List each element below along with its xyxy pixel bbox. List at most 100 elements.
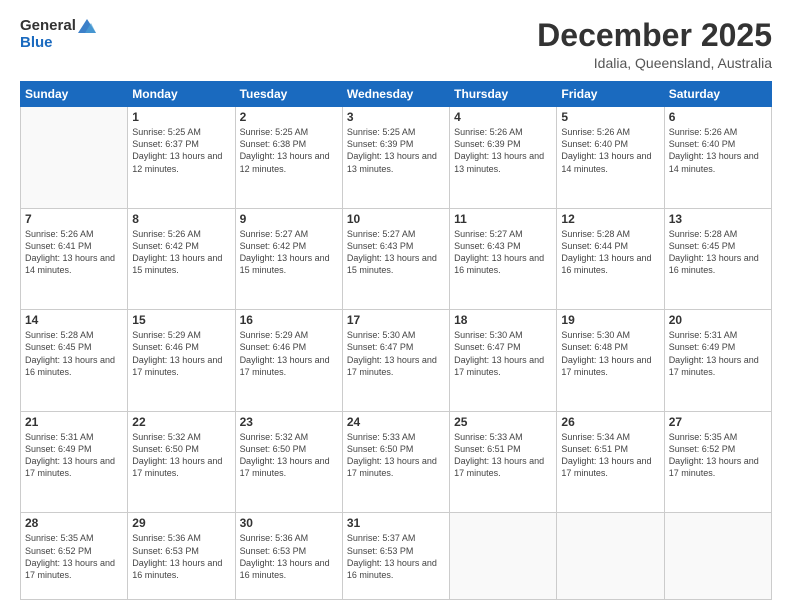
day-number: 9 [240,212,338,226]
day-number: 22 [132,415,230,429]
day-info: Sunrise: 5:35 AM Sunset: 6:52 PM Dayligh… [25,532,123,581]
table-row: 20 Sunrise: 5:31 AM Sunset: 6:49 PM Dayli… [664,310,771,412]
day-info: Sunrise: 5:27 AM Sunset: 6:43 PM Dayligh… [347,228,445,277]
day-info: Sunrise: 5:32 AM Sunset: 6:50 PM Dayligh… [132,431,230,480]
table-row: 18 Sunrise: 5:30 AM Sunset: 6:47 PM Dayli… [450,310,557,412]
logo-line2: Blue [20,35,96,52]
table-row: 19 Sunrise: 5:30 AM Sunset: 6:48 PM Dayli… [557,310,664,412]
day-info: Sunrise: 5:30 AM Sunset: 6:48 PM Dayligh… [561,329,659,378]
day-number: 20 [669,313,767,327]
table-row: 21 Sunrise: 5:31 AM Sunset: 6:49 PM Dayli… [21,411,128,513]
day-number: 4 [454,110,552,124]
table-row: 17 Sunrise: 5:30 AM Sunset: 6:47 PM Dayli… [342,310,449,412]
table-row: 11 Sunrise: 5:27 AM Sunset: 6:43 PM Dayli… [450,208,557,310]
day-info: Sunrise: 5:26 AM Sunset: 6:40 PM Dayligh… [561,126,659,175]
table-row: 5 Sunrise: 5:26 AM Sunset: 6:40 PM Daylig… [557,107,664,209]
day-info: Sunrise: 5:28 AM Sunset: 6:44 PM Dayligh… [561,228,659,277]
table-row: 8 Sunrise: 5:26 AM Sunset: 6:42 PM Daylig… [128,208,235,310]
table-row: 4Sunrise: 5:26 AM Sunset: 6:39 PM Daylig… [450,107,557,209]
day-info: Sunrise: 5:31 AM Sunset: 6:49 PM Dayligh… [669,329,767,378]
table-row: 6Sunrise: 5:26 AM Sunset: 6:40 PM Daylig… [664,107,771,209]
day-info: Sunrise: 5:32 AM Sunset: 6:50 PM Dayligh… [240,431,338,480]
table-row: 3 Sunrise: 5:25 AM Sunset: 6:39 PM Daylig… [342,107,449,209]
table-row: 13Sunrise: 5:28 AM Sunset: 6:45 PM Dayli… [664,208,771,310]
table-row [557,513,664,600]
day-info: Sunrise: 5:33 AM Sunset: 6:51 PM Dayligh… [454,431,552,480]
table-row [21,107,128,209]
day-info: Sunrise: 5:36 AM Sunset: 6:53 PM Dayligh… [240,532,338,581]
day-info: Sunrise: 5:26 AM Sunset: 6:40 PM Dayligh… [669,126,767,175]
col-sunday: Sunday [21,82,128,107]
table-row: 12 Sunrise: 5:28 AM Sunset: 6:44 PM Dayli… [557,208,664,310]
day-number: 18 [454,313,552,327]
table-row: 31 Sunrise: 5:37 AM Sunset: 6:53 PM Dayli… [342,513,449,600]
day-number: 23 [240,415,338,429]
page: General Blue December 2025 Idalia, Queen… [0,0,792,612]
table-row: 24 Sunrise: 5:33 AM Sunset: 6:50 PM Dayli… [342,411,449,513]
table-row: 29 Sunrise: 5:36 AM Sunset: 6:53 PM Dayli… [128,513,235,600]
day-info: Sunrise: 5:30 AM Sunset: 6:47 PM Dayligh… [347,329,445,378]
logo: General Blue [20,18,96,51]
table-row: 1 Sunrise: 5:25 AM Sunset: 6:37 PM Daylig… [128,107,235,209]
day-info: Sunrise: 5:28 AM Sunset: 6:45 PM Dayligh… [669,228,767,277]
day-info: Sunrise: 5:27 AM Sunset: 6:43 PM Dayligh… [454,228,552,277]
table-row: 7Sunrise: 5:26 AM Sunset: 6:41 PM Daylig… [21,208,128,310]
day-number: 5 [561,110,659,124]
calendar-header-row: Sunday Monday Tuesday Wednesday Thursday… [21,82,772,107]
day-number: 2 [240,110,338,124]
calendar-table: Sunday Monday Tuesday Wednesday Thursday… [20,81,772,600]
table-row: 10 Sunrise: 5:27 AM Sunset: 6:43 PM Dayli… [342,208,449,310]
day-info: Sunrise: 5:31 AM Sunset: 6:49 PM Dayligh… [25,431,123,480]
table-row: 2 Sunrise: 5:25 AM Sunset: 6:38 PM Daylig… [235,107,342,209]
day-number: 3 [347,110,445,124]
day-number: 31 [347,516,445,530]
day-number: 25 [454,415,552,429]
col-tuesday: Tuesday [235,82,342,107]
day-info: Sunrise: 5:28 AM Sunset: 6:45 PM Dayligh… [25,329,123,378]
day-number: 17 [347,313,445,327]
table-row: 22 Sunrise: 5:32 AM Sunset: 6:50 PM Dayli… [128,411,235,513]
table-row: 27Sunrise: 5:35 AM Sunset: 6:52 PM Dayli… [664,411,771,513]
table-row: 14 Sunrise: 5:28 AM Sunset: 6:45 PM Dayli… [21,310,128,412]
main-title: December 2025 [537,18,772,53]
day-info: Sunrise: 5:26 AM Sunset: 6:41 PM Dayligh… [25,228,123,277]
table-row: 30 Sunrise: 5:36 AM Sunset: 6:53 PM Dayli… [235,513,342,600]
day-number: 15 [132,313,230,327]
table-row: 28Sunrise: 5:35 AM Sunset: 6:52 PM Dayli… [21,513,128,600]
table-row [664,513,771,600]
day-info: Sunrise: 5:37 AM Sunset: 6:53 PM Dayligh… [347,532,445,581]
table-row: 15 Sunrise: 5:29 AM Sunset: 6:46 PM Dayli… [128,310,235,412]
day-number: 11 [454,212,552,226]
col-wednesday: Wednesday [342,82,449,107]
col-thursday: Thursday [450,82,557,107]
day-number: 8 [132,212,230,226]
day-number: 19 [561,313,659,327]
day-number: 27 [669,415,767,429]
day-number: 16 [240,313,338,327]
day-number: 30 [240,516,338,530]
table-row: 16 Sunrise: 5:29 AM Sunset: 6:46 PM Dayli… [235,310,342,412]
day-number: 1 [132,110,230,124]
day-info: Sunrise: 5:33 AM Sunset: 6:50 PM Dayligh… [347,431,445,480]
day-info: Sunrise: 5:27 AM Sunset: 6:42 PM Dayligh… [240,228,338,277]
day-info: Sunrise: 5:25 AM Sunset: 6:37 PM Dayligh… [132,126,230,175]
day-number: 21 [25,415,123,429]
day-info: Sunrise: 5:36 AM Sunset: 6:53 PM Dayligh… [132,532,230,581]
day-info: Sunrise: 5:25 AM Sunset: 6:38 PM Dayligh… [240,126,338,175]
day-number: 24 [347,415,445,429]
header: General Blue December 2025 Idalia, Queen… [20,18,772,71]
day-number: 14 [25,313,123,327]
day-info: Sunrise: 5:30 AM Sunset: 6:47 PM Dayligh… [454,329,552,378]
table-row: 26Sunrise: 5:34 AM Sunset: 6:51 PM Dayli… [557,411,664,513]
day-info: Sunrise: 5:29 AM Sunset: 6:46 PM Dayligh… [132,329,230,378]
day-info: Sunrise: 5:25 AM Sunset: 6:39 PM Dayligh… [347,126,445,175]
subtitle: Idalia, Queensland, Australia [537,55,772,71]
day-info: Sunrise: 5:26 AM Sunset: 6:42 PM Dayligh… [132,228,230,277]
table-row: 25 Sunrise: 5:33 AM Sunset: 6:51 PM Dayli… [450,411,557,513]
day-number: 10 [347,212,445,226]
title-block: December 2025 Idalia, Queensland, Austra… [537,18,772,71]
day-info: Sunrise: 5:29 AM Sunset: 6:46 PM Dayligh… [240,329,338,378]
day-number: 12 [561,212,659,226]
day-number: 29 [132,516,230,530]
table-row: 23 Sunrise: 5:32 AM Sunset: 6:50 PM Dayli… [235,411,342,513]
